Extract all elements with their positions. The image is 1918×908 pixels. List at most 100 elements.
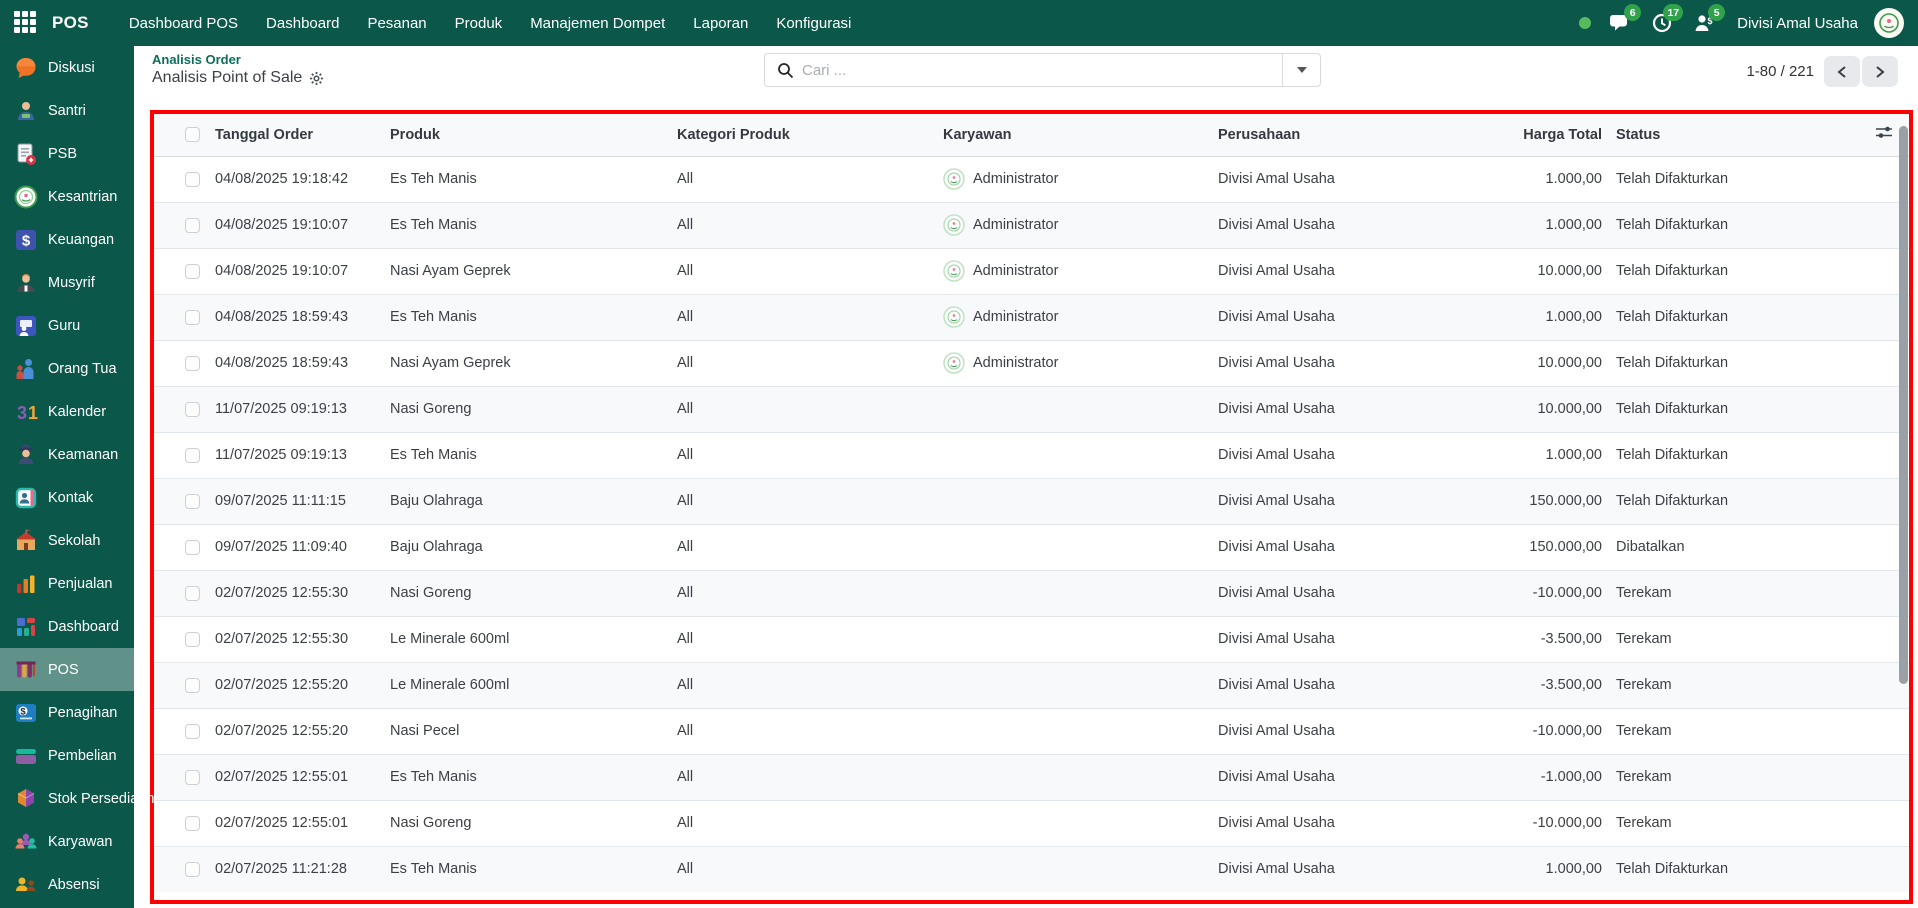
row-checkbox[interactable]	[185, 632, 200, 647]
cell-tanggal-order: 11/07/2025 09:19:13	[206, 432, 378, 478]
row-checkbox[interactable]	[185, 172, 200, 187]
table-row[interactable]: 02/07/2025 12:55:01 Nasi Goreng All Divi…	[154, 800, 1909, 846]
cell-harga-total: 150.000,00	[1508, 524, 1608, 570]
cell-perusahaan: Divisi Amal Usaha	[1206, 248, 1508, 294]
sidebar-item-pos[interactable]: POS	[0, 648, 134, 691]
table-row[interactable]: 04/08/2025 18:59:43 Es Teh Manis All Adm…	[154, 294, 1909, 340]
attendance-icon	[13, 872, 39, 898]
breadcrumb-analisis-order[interactable]: Analisis Order	[152, 52, 324, 67]
col-status[interactable]: Status	[1608, 114, 1858, 156]
table-row[interactable]: 11/07/2025 09:19:13 Nasi Goreng All Divi…	[154, 386, 1909, 432]
row-checkbox[interactable]	[185, 540, 200, 555]
pager-prev-button[interactable]	[1824, 56, 1860, 87]
row-checkbox[interactable]	[185, 264, 200, 279]
table-row[interactable]: 04/08/2025 19:10:07 Nasi Ayam Geprek All…	[154, 248, 1909, 294]
menu-produk[interactable]: Produk	[443, 3, 515, 44]
sidebar-item-stok-persediaan[interactable]: Stok Persediaan	[0, 777, 134, 820]
row-checkbox[interactable]	[185, 402, 200, 417]
cell-tanggal-order: 02/07/2025 12:55:01	[206, 800, 378, 846]
table-row[interactable]: 02/07/2025 11:21:28 Es Teh Manis All Div…	[154, 846, 1909, 892]
col-harga-total[interactable]: Harga Total	[1508, 114, 1608, 156]
sidebar-item-kalender[interactable]: 31 Kalender	[0, 390, 134, 433]
sidebar-item-musyrif[interactable]: Musyrif	[0, 261, 134, 304]
col-kategori-produk[interactable]: Kategori Produk	[665, 114, 931, 156]
cell-status: Telah Difakturkan	[1608, 340, 1858, 386]
sidebar-item-guru[interactable]: Guru	[0, 304, 134, 347]
sidebar-item-diskusi[interactable]: Diskusi	[0, 46, 134, 89]
user-avatar[interactable]	[1874, 8, 1904, 38]
row-checkbox[interactable]	[185, 862, 200, 877]
sidebar-item-orang-tua[interactable]: Orang Tua	[0, 347, 134, 390]
discuss-icon	[13, 55, 39, 81]
search-input[interactable]	[802, 62, 1282, 79]
table-row[interactable]: 04/08/2025 19:10:07 Es Teh Manis All Adm…	[154, 202, 1909, 248]
sidebar-item-penagihan[interactable]: $ Penagihan	[0, 691, 134, 734]
menu-pesanan[interactable]: Pesanan	[355, 3, 438, 44]
row-checkbox[interactable]	[185, 678, 200, 693]
table-scrollbar[interactable]	[1899, 126, 1908, 896]
sidebar-item-pembelian[interactable]: Pembelian	[0, 734, 134, 777]
row-checkbox[interactable]	[185, 356, 200, 371]
table-row[interactable]: 04/08/2025 18:59:43 Nasi Ayam Geprek All…	[154, 340, 1909, 386]
table-row[interactable]: 09/07/2025 11:09:40 Baju Olahraga All Di…	[154, 524, 1909, 570]
sidebar-item-kesantrian[interactable]: Kesantrian	[0, 175, 134, 218]
row-checkbox[interactable]	[185, 816, 200, 831]
scrollbar-thumb[interactable]	[1899, 126, 1908, 684]
table-row[interactable]: 11/07/2025 09:19:13 Es Teh Manis All Div…	[154, 432, 1909, 478]
sidebar-item-keamanan[interactable]: Keamanan	[0, 433, 134, 476]
sidebar-item-kontak[interactable]: Kontak	[0, 476, 134, 519]
table-row[interactable]: 09/07/2025 11:11:15 Baju Olahraga All Di…	[154, 478, 1909, 524]
menu-dashboard-pos[interactable]: Dashboard POS	[117, 3, 250, 44]
activity-clock-icon[interactable]: 17	[1649, 10, 1675, 36]
menu-laporan[interactable]: Laporan	[681, 3, 760, 44]
wallet-person-icon[interactable]: $ 5	[1691, 10, 1717, 36]
col-perusahaan[interactable]: Perusahaan	[1206, 114, 1508, 156]
row-checkbox[interactable]	[185, 494, 200, 509]
row-checkbox[interactable]	[185, 770, 200, 785]
menu-manajemen-dompet[interactable]: Manajemen Dompet	[518, 3, 677, 44]
row-checkbox[interactable]	[185, 724, 200, 739]
table-row[interactable]: 04/08/2025 19:18:42 Es Teh Manis All Adm…	[154, 156, 1909, 202]
menu-konfigurasi[interactable]: Konfigurasi	[764, 3, 863, 44]
row-checkbox[interactable]	[185, 310, 200, 325]
cell-karyawan	[931, 708, 1206, 754]
table-row[interactable]: 02/07/2025 12:55:01 Es Teh Manis All Div…	[154, 754, 1909, 800]
optional-columns-icon[interactable]	[1875, 125, 1893, 140]
row-checkbox[interactable]	[185, 448, 200, 463]
cell-karyawan	[931, 432, 1206, 478]
cell-produk: Le Minerale 600ml	[378, 662, 665, 708]
col-tanggal-order[interactable]: Tanggal Order	[206, 114, 378, 156]
row-checkbox[interactable]	[185, 586, 200, 601]
table-row[interactable]: 02/07/2025 12:55:30 Le Minerale 600ml Al…	[154, 616, 1909, 662]
cell-karyawan	[931, 478, 1206, 524]
select-all-checkbox[interactable]	[185, 127, 200, 142]
row-checkbox[interactable]	[185, 218, 200, 233]
apps-grid-icon[interactable]	[14, 11, 38, 35]
sidebar-item-absensi[interactable]: Absensi	[0, 863, 134, 906]
app-brand[interactable]: POS	[52, 13, 89, 33]
gear-icon[interactable]	[309, 71, 324, 86]
col-produk[interactable]: Produk	[378, 114, 665, 156]
table-row[interactable]: 02/07/2025 12:55:20 Le Minerale 600ml Al…	[154, 662, 1909, 708]
search-dropdown-toggle[interactable]	[1282, 54, 1320, 86]
employee-avatar	[943, 352, 965, 374]
table-row[interactable]: 02/07/2025 12:55:20 Nasi Pecel All Divis…	[154, 708, 1909, 754]
cell-produk: Baju Olahraga	[378, 478, 665, 524]
company-name[interactable]: Divisi Amal Usaha	[1737, 15, 1858, 32]
chat-icon[interactable]: 6	[1607, 10, 1633, 36]
cell-status: Terekam	[1608, 570, 1858, 616]
sidebar-item-psb[interactable]: PSB	[0, 132, 134, 175]
sidebar-item-penjualan[interactable]: Penjualan	[0, 562, 134, 605]
svg-text:$: $	[22, 232, 31, 249]
cell-status: Telah Difakturkan	[1608, 478, 1858, 524]
pager-next-button[interactable]	[1862, 56, 1898, 87]
sidebar-item-karyawan[interactable]: Karyawan	[0, 820, 134, 863]
table-row[interactable]: 02/07/2025 12:55:30 Nasi Goreng All Divi…	[154, 570, 1909, 616]
col-karyawan[interactable]: Karyawan	[931, 114, 1206, 156]
menu-dashboard[interactable]: Dashboard	[254, 3, 351, 44]
cell-harga-total: 10.000,00	[1508, 248, 1608, 294]
sidebar-item-santri[interactable]: Santri	[0, 89, 134, 132]
sidebar-item-keuangan[interactable]: $ Keuangan	[0, 218, 134, 261]
sidebar-item-sekolah[interactable]: Sekolah	[0, 519, 134, 562]
sidebar-item-dashboard[interactable]: Dashboard	[0, 605, 134, 648]
